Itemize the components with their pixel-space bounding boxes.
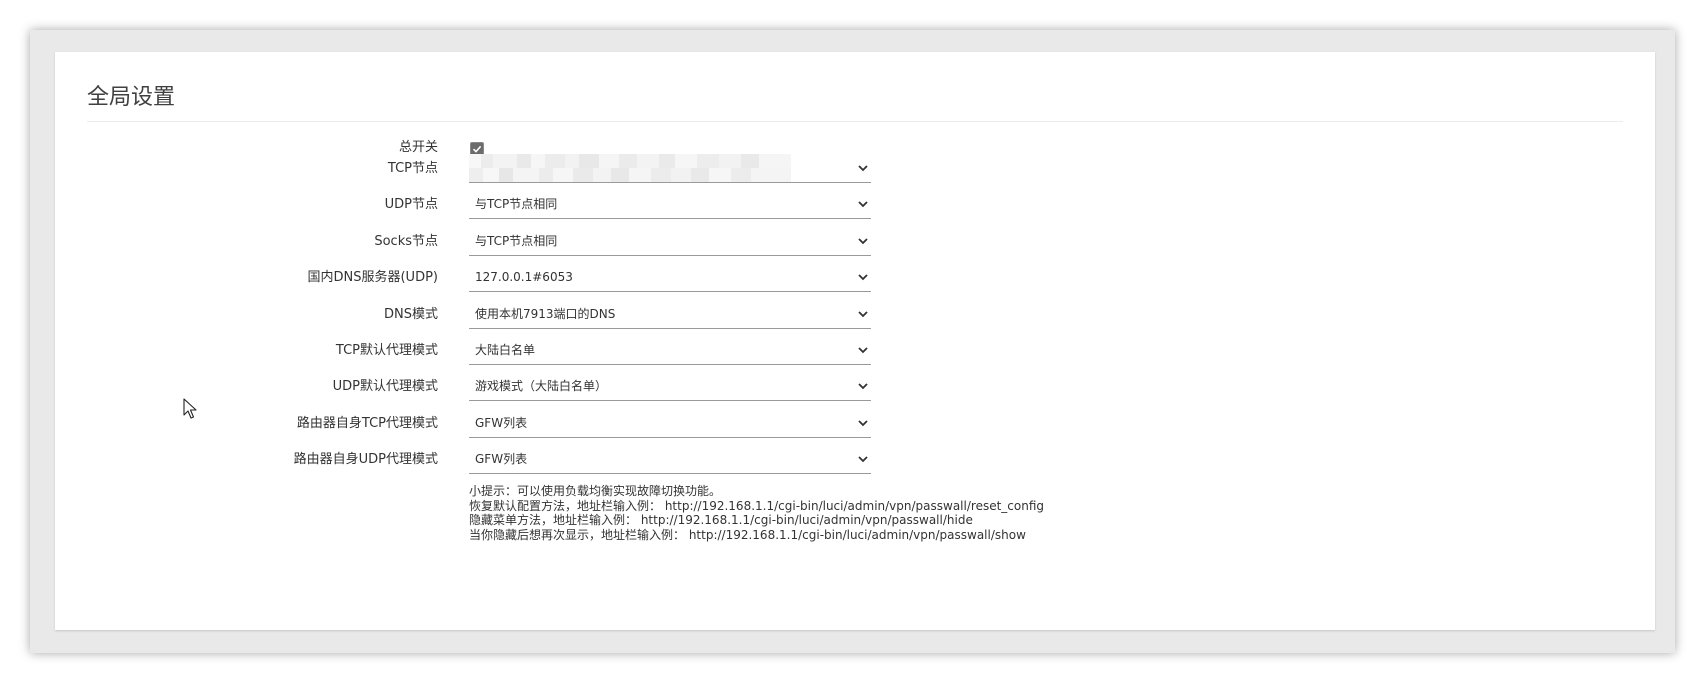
row-dns-mode: DNS模式 使用本机7913端口的DNS [55, 300, 1655, 330]
row-socks-node: Socks节点 与TCP节点相同 [55, 227, 1655, 257]
tip-line: 隐藏菜单方法，地址栏输入例： http://192.168.1.1/cgi-bi… [469, 513, 973, 527]
row-udp-proxy-mode: UDP默认代理模式 游戏模式（大陆白名单） [55, 372, 1655, 402]
router-tcp-proxy-mode-select[interactable]: GFW列表 [469, 409, 871, 438]
dns-mode-label: DNS模式 [384, 307, 438, 322]
router-tcp-proxy-mode-label: 路由器自身TCP代理模式 [296, 416, 438, 431]
udp-proxy-mode-select[interactable]: 游戏模式（大陆白名单） [469, 372, 871, 401]
dns-mode-select[interactable]: 使用本机7913端口的DNS [469, 300, 871, 329]
row-router-udp-proxy-mode: 路由器自身UDP代理模式 GFW列表 [55, 445, 1655, 475]
chevron-down-icon [858, 420, 868, 427]
socks-node-select[interactable]: 与TCP节点相同 [469, 227, 871, 256]
chevron-down-icon [858, 201, 868, 208]
row-udp-node: UDP节点 与TCP节点相同 [55, 190, 1655, 220]
mouse-cursor-icon [183, 398, 197, 419]
section-title: 全局设置 [87, 85, 176, 110]
tcp-node-select[interactable] [469, 154, 871, 183]
udp-node-value: 与TCP节点相同 [475, 197, 558, 211]
dns-server-label: 国内DNS服务器(UDP) [307, 270, 439, 285]
tcp-proxy-mode-value: 大陆白名单 [475, 343, 536, 357]
dns-mode-value: 使用本机7913端口的DNS [475, 307, 616, 321]
row-tcp-node: TCP节点 [55, 154, 1655, 184]
socks-node-value: 与TCP节点相同 [475, 234, 558, 248]
chevron-down-icon [858, 238, 868, 245]
udp-proxy-mode-value: 游戏模式（大陆白名单） [475, 379, 608, 393]
chevron-down-icon [858, 347, 868, 354]
help-tips: 小提示：可以使用负载均衡实现故障切换功能。 恢复默认配置方法，地址栏输入例： h… [469, 484, 1044, 542]
settings-card: 全局设置 总开关 TCP节点 UDP节点 与TCP节点相同 Socks节点 与T… [55, 52, 1655, 630]
chevron-down-icon [858, 456, 868, 463]
tcp-node-label: TCP节点 [387, 161, 438, 176]
tip-line: 小提示：可以使用负载均衡实现故障切换功能。 [469, 484, 722, 498]
dns-server-select[interactable]: 127.0.0.1#6053 [469, 263, 871, 292]
tip-line: 当你隐藏后想再次显示，地址栏输入例： http://192.168.1.1/cg… [469, 527, 1026, 542]
router-udp-proxy-mode-label: 路由器自身UDP代理模式 [293, 452, 438, 467]
row-tcp-proxy-mode: TCP默认代理模式 大陆白名单 [55, 336, 1655, 366]
window-frame: 全局设置 总开关 TCP节点 UDP节点 与TCP节点相同 Socks节点 与T… [30, 30, 1675, 653]
tip-line: 恢复默认配置方法，地址栏输入例： http://192.168.1.1/cgi-… [469, 498, 1045, 513]
tcp-proxy-mode-select[interactable]: 大陆白名单 [469, 336, 871, 365]
row-dns-server: 国内DNS服务器(UDP) 127.0.0.1#6053 [55, 263, 1655, 293]
chevron-down-icon [858, 383, 868, 390]
title-divider [87, 121, 1623, 122]
udp-node-label: UDP节点 [384, 197, 438, 212]
tcp-proxy-mode-label: TCP默认代理模式 [335, 343, 438, 358]
socks-node-label: Socks节点 [374, 234, 438, 249]
dns-server-value: 127.0.0.1#6053 [475, 270, 573, 284]
udp-proxy-mode-label: UDP默认代理模式 [332, 379, 438, 394]
blurred-value [469, 154, 791, 182]
router-udp-proxy-mode-value: GFW列表 [475, 452, 528, 466]
router-udp-proxy-mode-select[interactable]: GFW列表 [469, 445, 871, 474]
chevron-down-icon [858, 311, 868, 318]
row-router-tcp-proxy-mode: 路由器自身TCP代理模式 GFW列表 [55, 409, 1655, 439]
chevron-down-icon [858, 165, 868, 172]
router-tcp-proxy-mode-value: GFW列表 [475, 416, 528, 430]
chevron-down-icon [858, 274, 868, 281]
udp-node-select[interactable]: 与TCP节点相同 [469, 190, 871, 219]
